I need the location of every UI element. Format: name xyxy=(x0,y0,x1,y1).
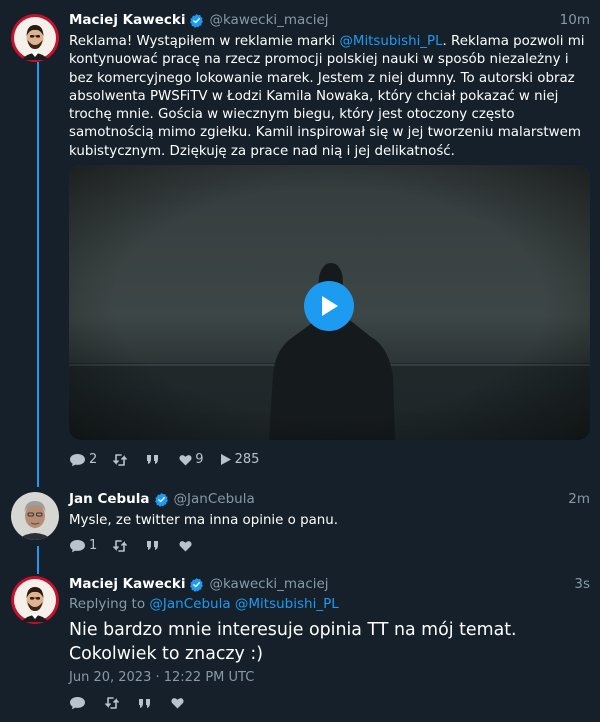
tweet-header: Maciej Kawecki @kawecki_maciej 3s xyxy=(69,573,590,595)
timestamp[interactable]: 10m xyxy=(560,12,590,28)
avatar[interactable] xyxy=(11,576,59,624)
replying-mentions[interactable]: @JanCebula @Mitsubishi_PL xyxy=(149,596,338,612)
retweet-button[interactable] xyxy=(113,539,130,552)
reply-button[interactable] xyxy=(69,696,89,710)
like-icon xyxy=(179,454,192,465)
like-count: 9 xyxy=(195,452,204,467)
views-icon xyxy=(220,454,231,465)
handle[interactable]: @JanCebula xyxy=(174,491,255,507)
like-icon xyxy=(171,698,184,709)
retweet-icon xyxy=(113,539,128,552)
avatar[interactable] xyxy=(11,492,59,540)
quote-button[interactable] xyxy=(138,698,155,709)
mention-link[interactable]: @Mitsubishi_PL xyxy=(340,34,443,49)
quote-button[interactable] xyxy=(146,540,163,551)
tweet-date[interactable]: Jun 20, 2023 · 12:22 PM UTC xyxy=(69,670,254,685)
quote-icon xyxy=(147,541,159,550)
retweet-button[interactable] xyxy=(113,453,130,466)
verified-icon xyxy=(154,492,168,507)
retweet-icon xyxy=(105,697,119,709)
tweet-actions xyxy=(69,696,203,710)
reply-icon xyxy=(70,697,85,710)
handle[interactable]: @kawecki_maciej xyxy=(209,576,328,592)
view-count: 285 xyxy=(234,452,260,467)
verified-icon xyxy=(190,13,204,28)
verified-icon xyxy=(190,577,204,592)
like-button[interactable] xyxy=(179,540,195,552)
retweet-button[interactable] xyxy=(105,697,122,709)
tweet-actions: 1 xyxy=(69,538,211,553)
reply-icon xyxy=(70,453,85,466)
display-name[interactable]: Maciej Kawecki xyxy=(69,576,185,592)
tweet-header: Maciej Kawecki @kawecki_maciej 10m xyxy=(69,9,590,31)
display-name[interactable]: Jan Cebula xyxy=(69,491,150,507)
handle[interactable]: @kawecki_maciej xyxy=(209,12,328,28)
tweet-1[interactable]: Maciej Kawecki @kawecki_maciej 10m Rekla… xyxy=(0,0,600,480)
reply-count: 2 xyxy=(89,452,98,467)
display-name[interactable]: Maciej Kawecki xyxy=(69,12,185,28)
text-segment: Reklama! Wystąpiłem w reklamie marki xyxy=(69,34,340,49)
retweet-icon xyxy=(113,453,128,466)
timestamp[interactable]: 3s xyxy=(574,576,590,592)
play-button[interactable] xyxy=(304,281,354,331)
reply-count: 1 xyxy=(89,538,98,553)
tweet-2[interactable]: Jan Cebula @JanCebula 2m Mysle, ze twitt… xyxy=(0,480,600,570)
quote-button[interactable] xyxy=(146,454,163,465)
video-player[interactable] xyxy=(69,165,590,440)
views-button[interactable]: 285 xyxy=(220,452,260,467)
like-icon xyxy=(179,540,192,551)
tweet-text: Reklama! Wystąpiłem w reklamie marki @Mi… xyxy=(69,33,590,161)
tweet-header: Jan Cebula @JanCebula 2m xyxy=(69,488,590,510)
tweet-3[interactable]: Maciej Kawecki @kawecki_maciej 3s Replyi… xyxy=(0,570,600,722)
text-segment: . Reklama pozwoli mi kontynuować pracę n… xyxy=(69,34,585,159)
replying-to: Replying to @JanCebula @Mitsubishi_PL xyxy=(69,596,339,612)
tweet-actions: 2 9 285 xyxy=(69,452,275,467)
timestamp[interactable]: 2m xyxy=(568,491,590,507)
like-button[interactable]: 9 xyxy=(179,452,204,467)
like-button[interactable] xyxy=(171,697,187,709)
quote-icon xyxy=(139,698,150,708)
quote-icon xyxy=(147,455,159,464)
replying-label: Replying to xyxy=(69,596,150,612)
tweet-text: Mysle, ze twitter ma inna opinie o panu. xyxy=(69,513,339,528)
avatar[interactable] xyxy=(11,14,59,62)
tweet-text: Nie bardzo mnie interesuje opinia TT na … xyxy=(69,620,517,664)
play-icon xyxy=(322,296,338,316)
reply-button[interactable]: 1 xyxy=(69,538,97,553)
reply-icon xyxy=(70,539,85,552)
reply-button[interactable]: 2 xyxy=(69,452,97,467)
